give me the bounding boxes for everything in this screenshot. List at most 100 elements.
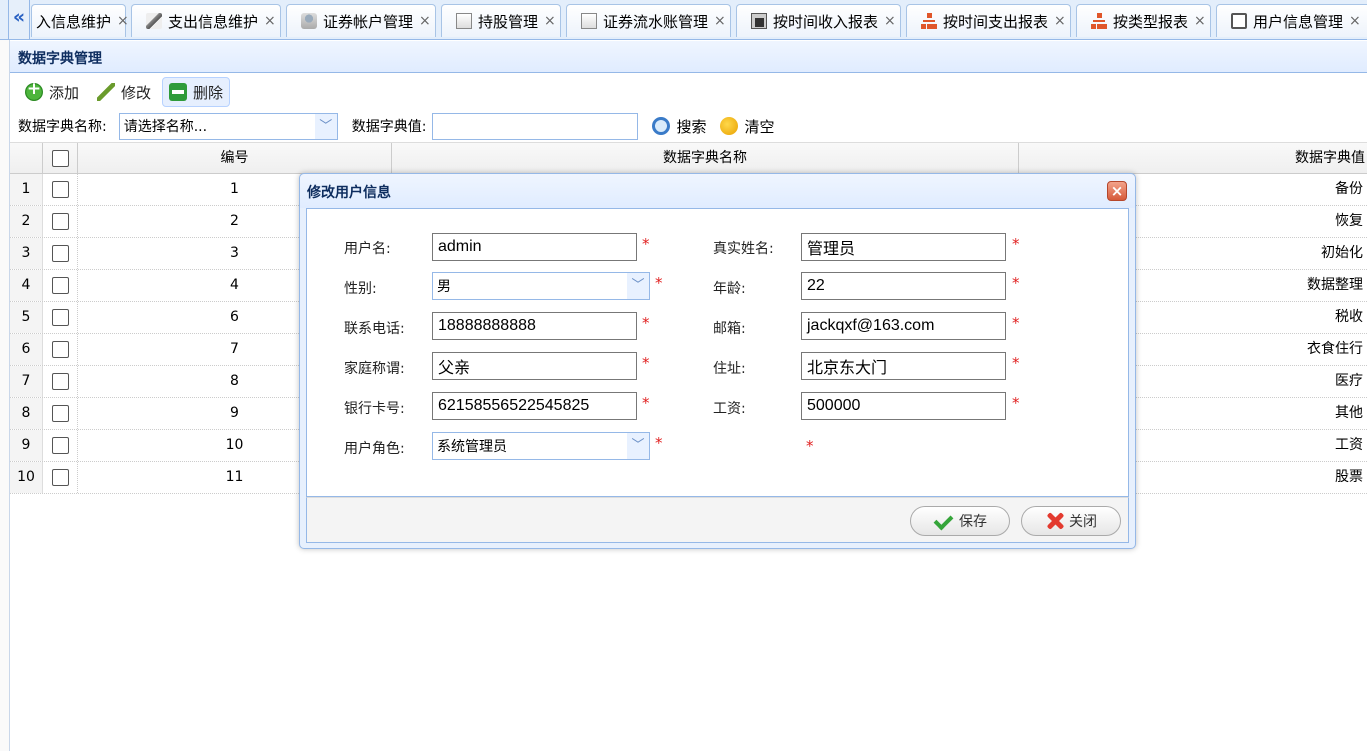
row-select-cell: [43, 366, 78, 397]
tab-user-info[interactable]: 用户信息管理 ×: [1216, 4, 1367, 37]
gender-value: 男: [437, 279, 451, 295]
clear-label: 清空: [744, 117, 775, 136]
required-mark: *: [1012, 354, 1020, 372]
column-header-value[interactable]: 数据字典值: [1019, 143, 1367, 174]
tab-type-report[interactable]: 按类型报表 ×: [1076, 4, 1211, 37]
row-checkbox[interactable]: [52, 373, 69, 390]
dialog-close-button[interactable]: ×: [1107, 181, 1127, 201]
window-icon: [1231, 13, 1247, 29]
tab-label: 证券流水账管理: [603, 12, 709, 31]
edit-user-dialog: 修改用户信息 × 用户名: admin * 真实姓名: 管理员 * 性别: 男 …: [299, 173, 1136, 549]
dict-value-label: 数据字典值:: [351, 119, 427, 135]
row-checkbox[interactable]: [52, 277, 69, 294]
search-button[interactable]: 搜索: [652, 116, 706, 137]
email-input[interactable]: jackqxf@163.com: [801, 312, 1006, 340]
left-collapsed-panel: [0, 40, 10, 751]
tab-expense-maintenance[interactable]: 支出信息维护 ×: [131, 4, 281, 37]
close-button[interactable]: 关闭: [1021, 506, 1121, 536]
close-label: 关闭: [1069, 514, 1097, 530]
row-select-cell: [43, 174, 78, 205]
dialog-form: 用户名: admin * 真实姓名: 管理员 * 性别: 男 ﹀ * 年龄: 2…: [306, 208, 1129, 497]
row-checkbox[interactable]: [52, 181, 69, 198]
close-icon[interactable]: ×: [117, 13, 129, 29]
dict-name-select[interactable]: 请选择名称... ﹀: [118, 112, 338, 140]
relation-input[interactable]: 父亲: [432, 352, 637, 380]
row-checkbox[interactable]: [52, 245, 69, 262]
phone-input[interactable]: 18888888888: [432, 312, 637, 340]
select-all-cell: [43, 143, 78, 174]
panel-title: 数据字典管理: [10, 41, 1367, 73]
close-icon[interactable]: ×: [544, 13, 556, 29]
dict-value-input[interactable]: [432, 112, 639, 140]
tab-expense-report[interactable]: 按时间支出报表 ×: [906, 4, 1071, 37]
realname-input[interactable]: 管理员: [801, 233, 1006, 261]
row-checkbox[interactable]: [52, 213, 69, 230]
close-icon[interactable]: ×: [884, 13, 896, 29]
close-icon[interactable]: ×: [1194, 13, 1206, 29]
tab-income-maintenance[interactable]: 入信息维护 ×: [31, 4, 129, 37]
address-label: 住址:: [713, 361, 746, 377]
chevron-down-icon[interactable]: ﹀: [627, 433, 649, 459]
delete-label: 删除: [193, 83, 224, 102]
tab-income-report[interactable]: 按时间收入报表 ×: [736, 4, 901, 37]
required-mark: *: [1012, 274, 1020, 292]
search-bar: 数据字典名称: 请选择名称... ﹀ 数据字典值: 搜索 清空: [10, 110, 1367, 142]
role-select[interactable]: 系统管理员 ﹀: [432, 432, 650, 460]
row-number: 7: [10, 366, 43, 397]
required-mark: *: [806, 437, 814, 455]
add-icon: [25, 79, 43, 101]
checkmark-icon: [933, 512, 953, 530]
address-input[interactable]: 北京东大门: [801, 352, 1006, 380]
row-number: 8: [10, 398, 43, 429]
tab-scroll-left-button[interactable]: «: [8, 0, 30, 39]
row-checkbox[interactable]: [52, 469, 69, 486]
phone-label: 联系电话:: [344, 321, 405, 337]
tab-bar: « 入信息维护 × 支出信息维护 × 证券帐户管理 × 持股管理 × 证券流水账…: [0, 0, 1367, 40]
row-select-cell: [43, 334, 78, 365]
delete-button[interactable]: 删除: [162, 77, 231, 107]
select-all-checkbox[interactable]: [52, 150, 69, 167]
clear-button[interactable]: 清空: [720, 116, 774, 137]
row-select-cell: [43, 430, 78, 461]
row-number: 10: [10, 462, 43, 493]
edit-button[interactable]: 修改: [90, 77, 158, 107]
tab-label: 入信息维护: [36, 12, 112, 31]
chevron-down-icon[interactable]: ﹀: [314, 113, 337, 139]
column-header-name[interactable]: 数据字典名称: [392, 143, 1019, 174]
row-number: 6: [10, 334, 43, 365]
required-mark: *: [1012, 314, 1020, 332]
tab-label: 证券帐户管理: [323, 12, 414, 31]
username-input[interactable]: admin: [432, 233, 637, 261]
chevron-down-icon[interactable]: ﹀: [627, 273, 649, 299]
tab-holdings[interactable]: 持股管理 ×: [441, 4, 561, 37]
close-icon[interactable]: ×: [1349, 13, 1361, 29]
close-icon[interactable]: ×: [714, 13, 726, 29]
row-checkbox[interactable]: [52, 341, 69, 358]
doc-icon: [581, 13, 597, 29]
tab-securities-account[interactable]: 证券帐户管理 ×: [286, 4, 436, 37]
age-input[interactable]: 22: [801, 272, 1006, 300]
column-header-id[interactable]: 编号: [78, 143, 392, 174]
realname-label: 真实姓名:: [713, 241, 774, 257]
search-label: 搜索: [676, 117, 707, 136]
gender-select[interactable]: 男 ﹀: [432, 272, 650, 300]
tab-securities-ledger[interactable]: 证券流水账管理 ×: [566, 4, 731, 37]
close-icon[interactable]: ×: [419, 13, 431, 29]
edit-label: 修改: [121, 83, 152, 102]
tab-label: 按时间支出报表: [943, 12, 1049, 31]
bankcard-input[interactable]: 62158556522545825: [432, 392, 637, 420]
role-value: 系统管理员: [437, 439, 507, 455]
close-icon[interactable]: ×: [1054, 13, 1066, 29]
gender-label: 性别:: [344, 281, 377, 297]
close-icon[interactable]: ×: [264, 13, 276, 29]
search-icon: [652, 117, 671, 135]
add-button[interactable]: 添加: [18, 77, 86, 107]
row-checkbox[interactable]: [52, 437, 69, 454]
row-checkbox[interactable]: [52, 309, 69, 326]
salary-input[interactable]: 500000: [801, 392, 1006, 420]
required-mark: *: [642, 235, 650, 253]
required-mark: *: [655, 274, 663, 292]
org-chart-icon: [1091, 13, 1107, 29]
row-checkbox[interactable]: [52, 405, 69, 422]
save-button[interactable]: 保存: [910, 506, 1010, 536]
